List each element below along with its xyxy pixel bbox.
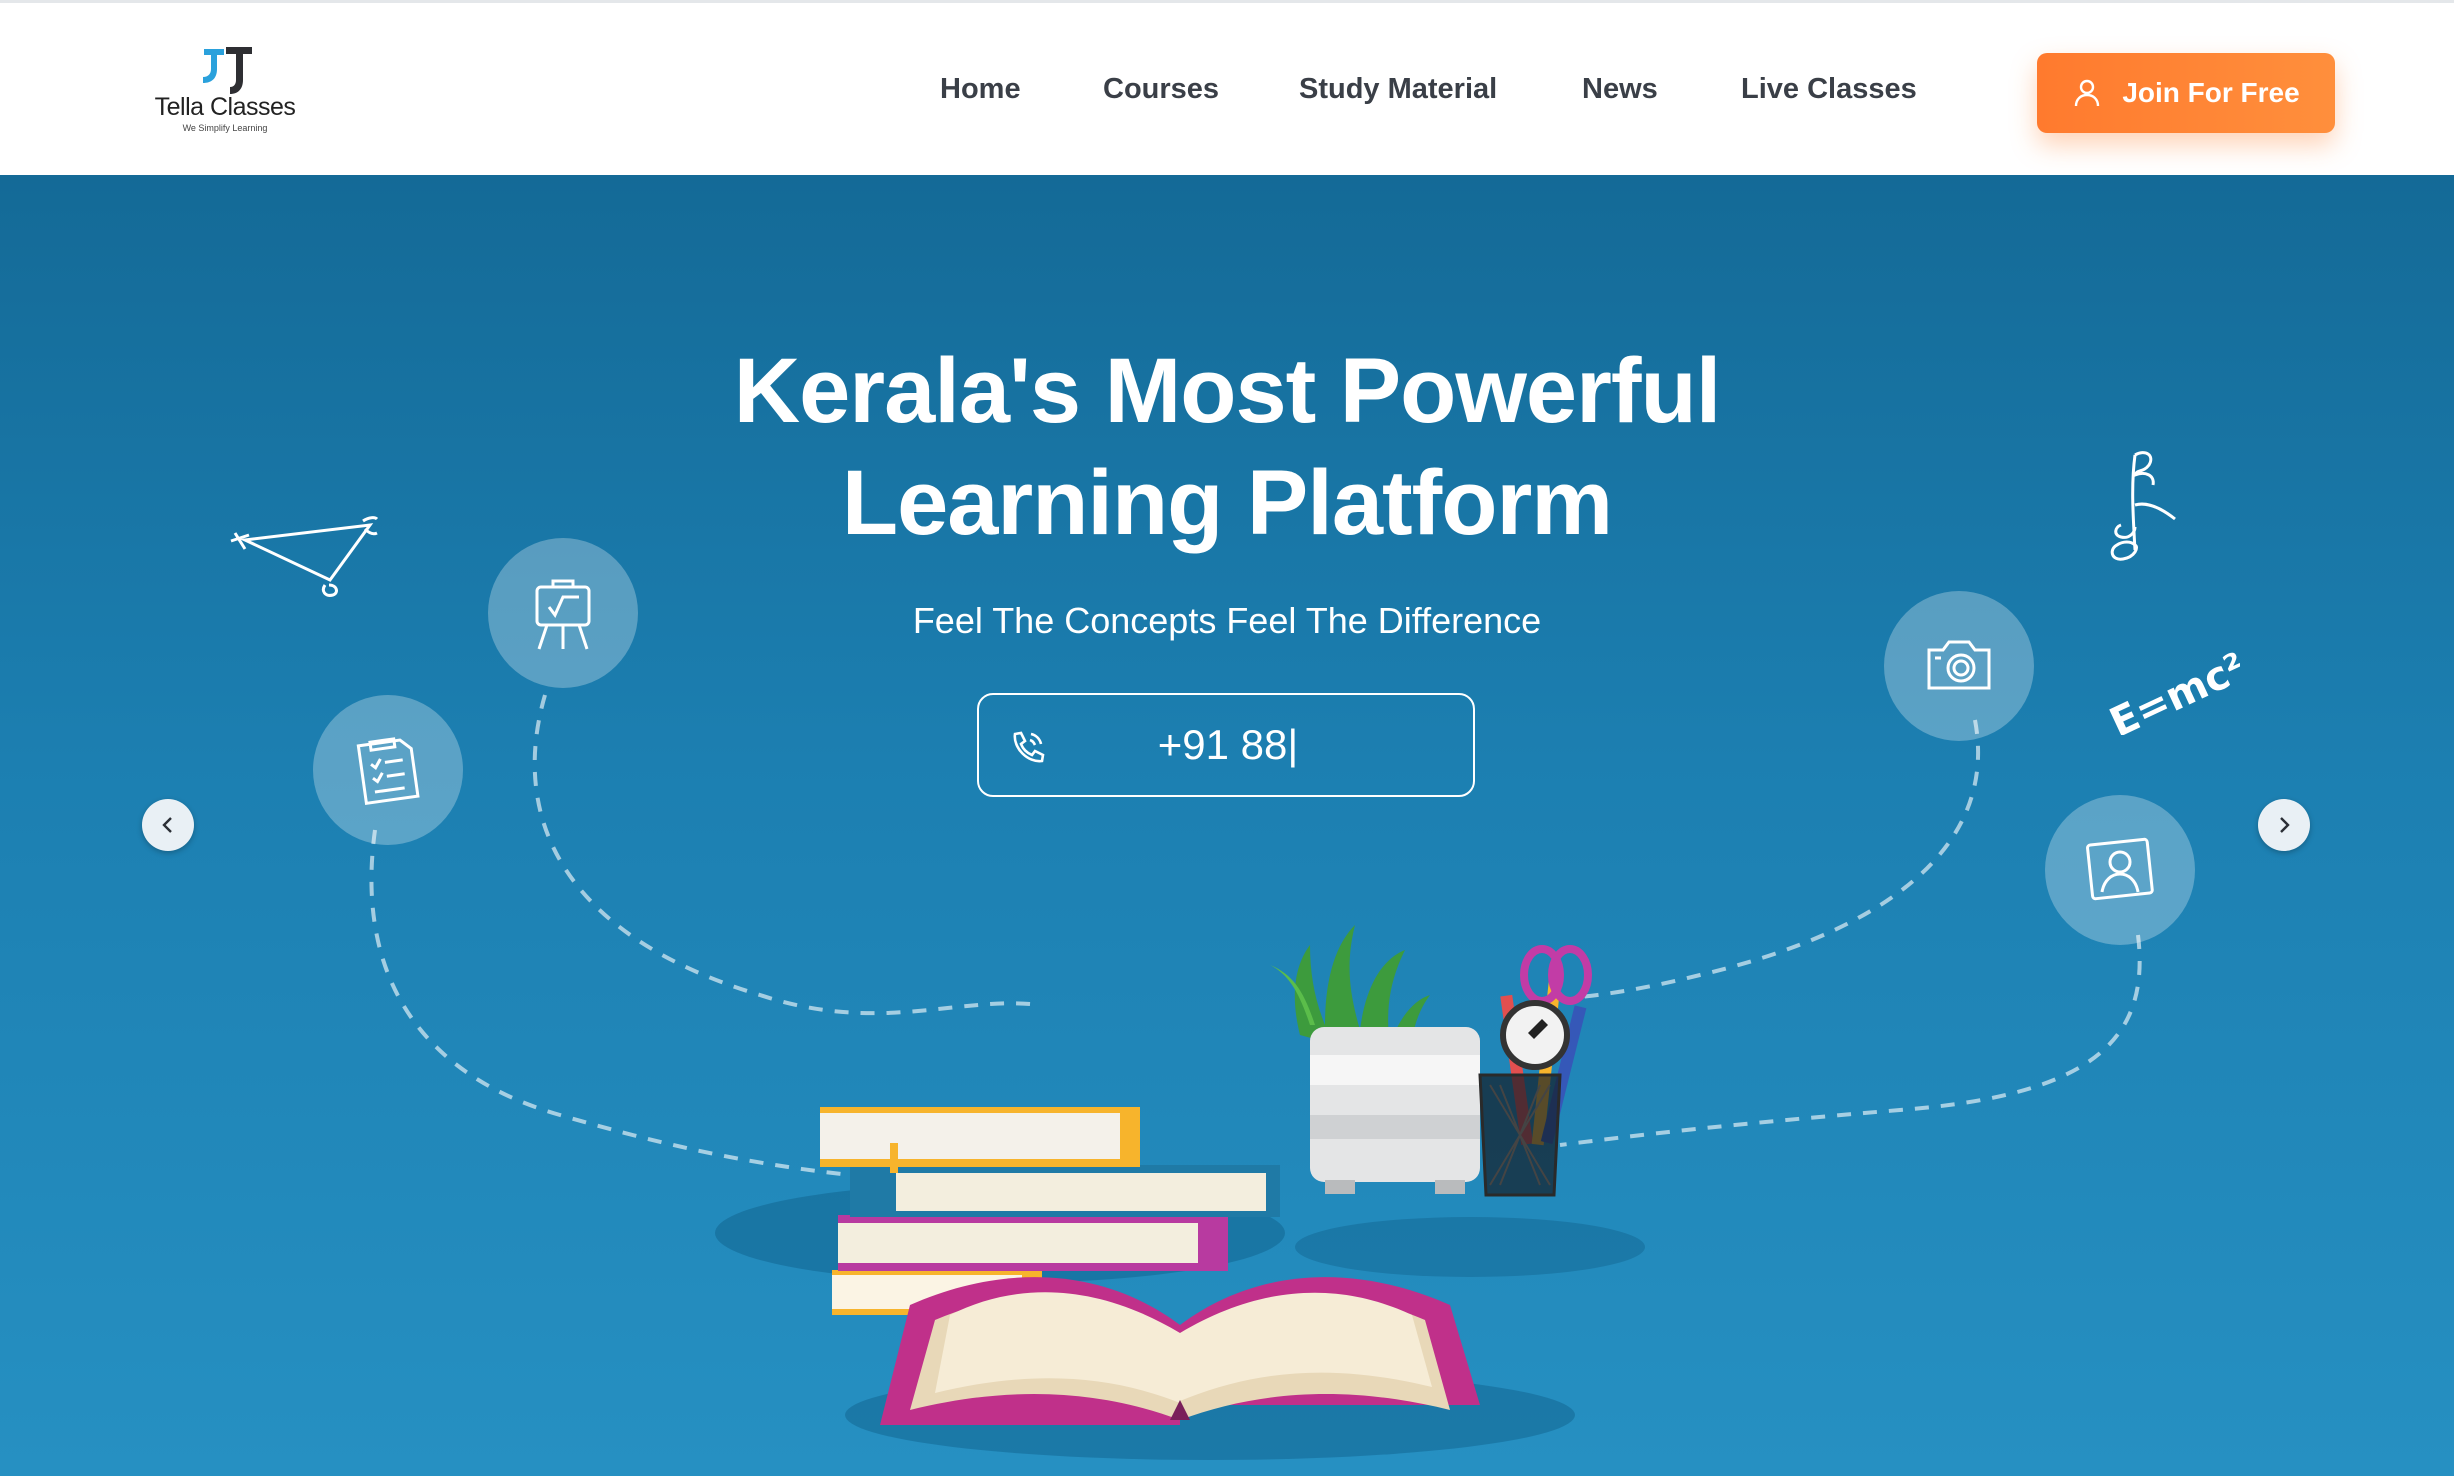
svg-text:E=mc²: E=mc² [2103, 644, 2240, 735]
phone-input-value: +91 88| [1157, 721, 1299, 768]
brand-tagline: We Simplify Learning [182, 123, 268, 133]
profile-photo-icon [2086, 837, 2154, 901]
site-header: Tella Classes We Simplify Learning Home … [0, 0, 2454, 175]
join-for-free-button[interactable]: Join For Free [2037, 53, 2335, 133]
carousel-next-button[interactable] [2258, 799, 2310, 851]
hero-title-line1: Kerala's Most Powerful [733, 340, 1722, 442]
nav-live-classes[interactable]: Live Classes [1741, 73, 1917, 106]
chevron-right-icon [2280, 817, 2290, 833]
triangle-doodle [230, 516, 379, 597]
nav-courses[interactable]: Courses [1103, 73, 1219, 106]
camera-icon [1927, 640, 1991, 690]
hero-subtitle: Feel The Concepts Feel The Difference [912, 600, 1542, 641]
chevron-left-icon [162, 817, 172, 833]
study-illustration [715, 925, 1645, 1460]
easel-icon-bubble [488, 538, 638, 688]
profile-photo-icon-bubble [2045, 795, 2195, 945]
join-button-label: Join For Free [2122, 77, 2300, 108]
plant-pot [1270, 925, 1480, 1194]
easel-sqrt-icon [535, 579, 591, 650]
nav-home[interactable]: Home [940, 73, 1021, 106]
carousel-prev-button[interactable] [142, 799, 194, 851]
music-note-doodle [2110, 451, 2176, 561]
phone-input[interactable]: +91 88| [977, 693, 1475, 797]
nav-study-material[interactable]: Study Material [1299, 73, 1497, 106]
nav-news[interactable]: News [1582, 73, 1658, 106]
formula-doodle: E=mc² [2103, 644, 2240, 735]
hero-section: Kerala's Most Powerful Learning Platform… [0, 175, 2454, 1476]
pencil-cup [1478, 945, 1592, 1197]
open-book [880, 1277, 1480, 1425]
checklist-icon-bubble [313, 695, 463, 845]
camera-icon-bubble [1884, 591, 2034, 741]
checklist-icon [356, 737, 420, 806]
user-icon [2075, 79, 2100, 107]
